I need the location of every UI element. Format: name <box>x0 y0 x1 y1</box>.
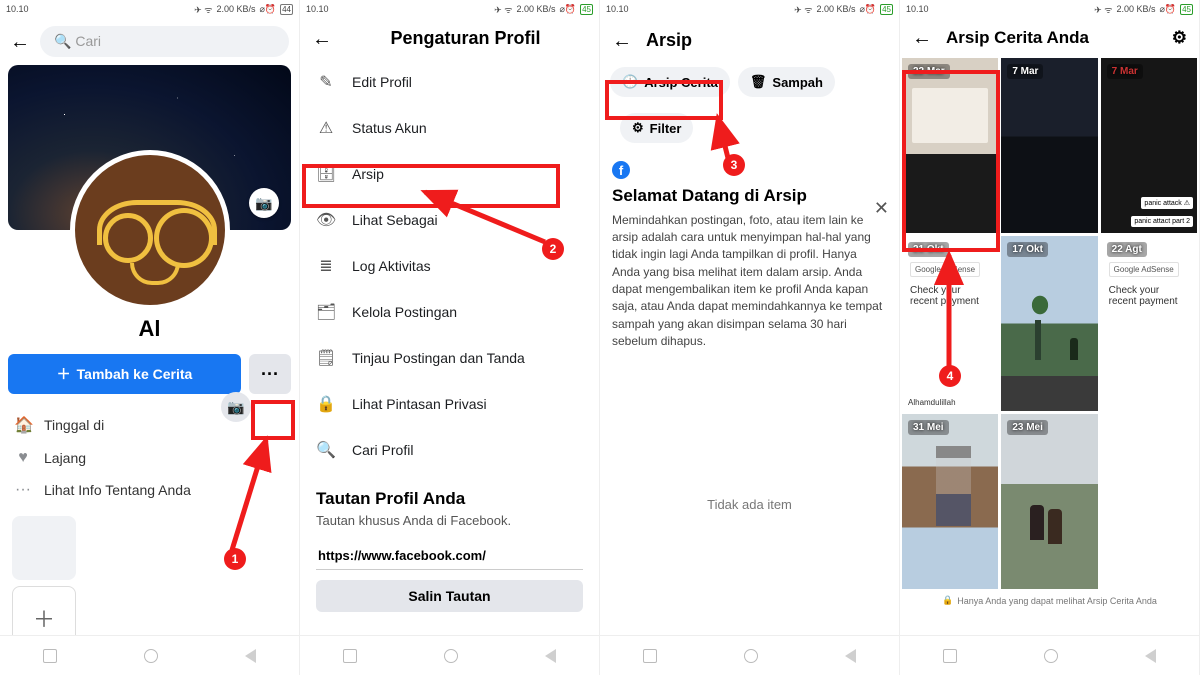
panel-archive: 10.10 ✈ ᯤ 2.00 KB/s ⌀⏰45 ← Arsip 🕘 Arsip … <box>600 0 900 675</box>
story-card[interactable]: 21 OktGoogle AdSenseCheck your recent pa… <box>902 236 998 411</box>
search-icon: 🔍 <box>316 440 336 460</box>
story-card[interactable]: 23 Mei <box>1001 414 1097 589</box>
profile-name: Al <box>139 316 161 342</box>
welcome-body: Memindahkan postingan, foto, atau item l… <box>612 212 887 351</box>
camera-avatar-icon[interactable]: 📷 <box>221 392 251 422</box>
info-lives-in[interactable]: 🏠Tinggal di <box>0 408 299 442</box>
story-card[interactable]: 22 AgtGoogle AdSenseCheck your recent pa… <box>1101 236 1197 411</box>
info-about[interactable]: ···Lihat Info Tentang Anda <box>0 474 299 506</box>
back-icon[interactable]: ← <box>912 28 932 48</box>
featured-photo-placeholder <box>12 516 76 580</box>
story-archive-chip[interactable]: 🕘 Arsip Cerita <box>610 67 730 97</box>
welcome-title: Selamat Datang di Arsip <box>612 186 887 206</box>
android-nav[interactable] <box>0 635 299 675</box>
menu-archive[interactable]: 🗄Arsip <box>300 151 599 197</box>
menu-manage-posts[interactable]: 🗂Kelola Postingan <box>300 289 599 335</box>
warning-icon: ⚠ <box>316 118 336 138</box>
menu-view-as[interactable]: 👁Lihat Sebagai <box>300 197 599 243</box>
avatar[interactable] <box>70 150 230 310</box>
close-icon[interactable]: ✕ <box>874 198 889 219</box>
profile-link-sub: Tautan khusus Anda di Facebook. <box>300 513 599 538</box>
page-title: Arsip <box>646 30 692 51</box>
android-nav[interactable] <box>300 635 599 675</box>
menu-account-status[interactable]: ⚠Status Akun <box>300 105 599 151</box>
home-icon: 🏠 <box>14 415 32 435</box>
panel-story-archive: 10.10 ✈ ᯤ 2.00 KB/s ⌀⏰45 ← Arsip Cerita A… <box>900 0 1200 675</box>
menu-activity-log[interactable]: ≣Log Aktivitas <box>300 243 599 289</box>
add-to-story-button[interactable]: ＋ Tambah ke Cerita <box>8 354 241 394</box>
no-item-text: Tidak ada item <box>600 497 899 512</box>
ellipsis-icon: ··· <box>14 481 32 499</box>
menu-privacy-shortcuts[interactable]: 🔒Lihat Pintasan Privasi <box>300 381 599 427</box>
menu-search-profile[interactable]: 🔍Cari Profil <box>300 427 599 473</box>
page-title: Pengaturan Profil <box>344 28 587 49</box>
list-icon: ≣ <box>316 256 336 276</box>
profile-link-url[interactable]: https://www.facebook.com/ <box>316 542 583 570</box>
story-card[interactable]: 22 Mar <box>902 58 998 233</box>
story-card[interactable]: 7 Marpanic attack ⚠panic attact part 2 <box>1101 58 1197 233</box>
eye-icon: 👁 <box>316 210 336 230</box>
back-icon[interactable]: ← <box>312 29 332 49</box>
back-icon[interactable]: ← <box>10 32 30 52</box>
more-options-button[interactable]: ··· <box>249 354 291 394</box>
facebook-icon: f <box>612 161 630 179</box>
menu-review-posts[interactable]: 🗒Tinjau Postingan dan Tanda <box>300 335 599 381</box>
posts-icon: 🗂 <box>316 302 336 322</box>
copy-link-button[interactable]: Salin Tautan <box>316 580 583 612</box>
page-title: Arsip Cerita Anda <box>946 28 1089 48</box>
review-icon: 🗒 <box>316 348 336 368</box>
story-grid: 22 Mar 7 Mar 7 Marpanic attack ⚠panic at… <box>900 58 1199 589</box>
privacy-note: 🔒 Hanya Anda yang dapat melihat Arsip Ce… <box>900 589 1199 608</box>
status-bar: 10.10 ✈ ᯤ 2.00 KB/s ⌀⏰45 <box>300 0 599 18</box>
menu-edit-profile[interactable]: ✎Edit Profil <box>300 59 599 105</box>
story-card[interactable]: 31 Mei <box>902 414 998 589</box>
status-bar: 10.10 ✈ ᯤ 2.00 KB/s ⌀⏰44 <box>0 0 299 18</box>
pencil-icon: ✎ <box>316 72 336 92</box>
gear-icon[interactable]: ⚙ <box>1172 28 1187 48</box>
back-icon[interactable]: ← <box>612 31 632 51</box>
status-bar: 10.10 ✈ ᯤ 2.00 KB/s ⌀⏰45 <box>600 0 899 18</box>
story-card[interactable]: 17 Okt <box>1001 236 1097 411</box>
heart-icon: ♥ <box>14 449 32 467</box>
android-nav[interactable] <box>600 635 899 675</box>
trash-chip[interactable]: 🗑 Sampah <box>738 67 835 97</box>
info-relationship[interactable]: ♥Lajang <box>0 442 299 474</box>
story-card[interactable]: 7 Mar <box>1001 58 1097 233</box>
lock-icon: 🔒 <box>316 394 336 414</box>
panel-profile-settings: 10.10 ✈ ᯤ 2.00 KB/s ⌀⏰45 ← Pengaturan Pro… <box>300 0 600 675</box>
android-nav[interactable] <box>900 635 1199 675</box>
status-bar: 10.10 ✈ ᯤ 2.00 KB/s ⌀⏰45 <box>900 0 1199 18</box>
panel-profile: 10.10 ✈ ᯤ 2.00 KB/s ⌀⏰44 ← 🔍 Cari 📷 📷 Al… <box>0 0 300 675</box>
archive-icon: 🗄 <box>316 164 336 184</box>
filter-chip[interactable]: ⚙ Filter <box>620 113 693 143</box>
profile-link-heading: Tautan Profil Anda <box>300 473 599 513</box>
search-input[interactable]: 🔍 Cari <box>40 26 289 57</box>
